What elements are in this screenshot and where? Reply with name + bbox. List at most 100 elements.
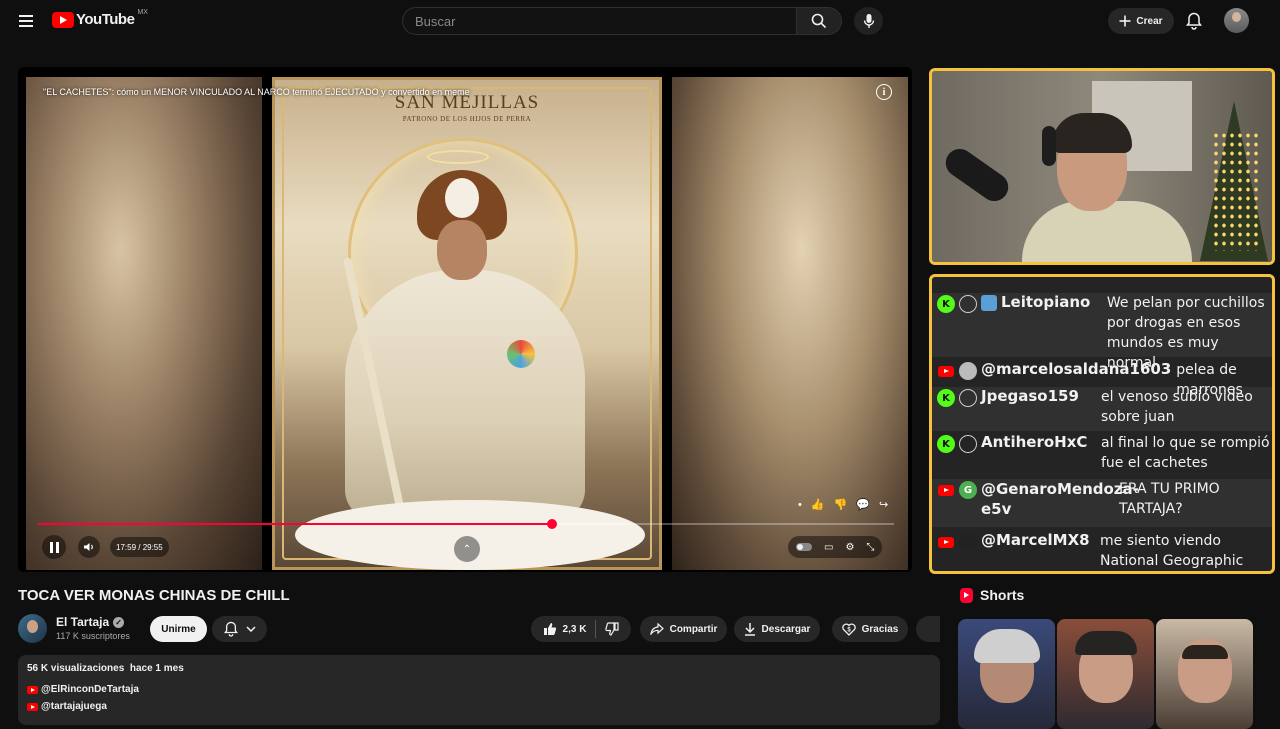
shorts-heading: Shorts xyxy=(960,587,1024,603)
video-blur-right xyxy=(672,77,908,570)
volume-button[interactable] xyxy=(78,536,100,558)
divider xyxy=(595,620,597,638)
country-code: MX xyxy=(137,9,148,16)
share-icon xyxy=(649,623,664,635)
thanks-button[interactable]: $ Gracias xyxy=(832,616,908,642)
chat-message: @MarcelMX8 me siento viendo National Geog… xyxy=(932,531,1272,571)
thumbs-up-icon[interactable] xyxy=(543,622,557,636)
chat-overlay: K Leitopiano We pelan por cuchillos por d… xyxy=(929,274,1275,574)
info-icon[interactable]: i xyxy=(876,84,892,100)
user-avatar-icon xyxy=(959,362,977,380)
channel-name-row[interactable]: El Tartaja ✓ xyxy=(56,615,125,629)
video-title: TOCA VER MONAS CHINAS DE CHILL xyxy=(18,587,290,604)
user-avatar-icon xyxy=(959,533,977,551)
plus-icon xyxy=(1119,15,1131,27)
chat-username: Leitopiano xyxy=(1001,293,1091,311)
thumbs-down-icon[interactable]: 👎 xyxy=(834,498,848,511)
share-button[interactable]: Compartir xyxy=(640,616,727,642)
account-avatar[interactable] xyxy=(1224,8,1249,33)
player-overlay-title[interactable]: "EL CACHETES": cómo un MENOR VINCULADO A… xyxy=(43,87,470,97)
card-subtitle: PATRONO DE LOS HIJOS DE PERRA xyxy=(402,115,532,123)
short-thumbnail[interactable] xyxy=(1156,619,1253,729)
description-link[interactable]: @tartajajuega xyxy=(27,701,107,712)
join-button[interactable]: Unirme xyxy=(150,616,207,642)
notifications-button[interactable] xyxy=(1184,10,1204,32)
bell-icon xyxy=(1186,12,1202,30)
description-box[interactable]: 56 K visualizaciones hace 1 mes @ElRinco… xyxy=(18,655,940,725)
chat-message: K Jpegaso159 el venoso subió video sobre … xyxy=(932,387,1272,431)
headset xyxy=(1042,126,1056,166)
search-button[interactable] xyxy=(796,7,842,35)
short-thumbnail[interactable] xyxy=(1057,619,1154,729)
chat-username: AntiheroHxC xyxy=(981,433,1088,451)
chevron-up-icon[interactable]: ⌃ xyxy=(454,536,480,562)
webcam-overlay xyxy=(929,68,1275,265)
kick-icon: K xyxy=(937,295,955,313)
search-input[interactable]: Buscar xyxy=(402,7,796,35)
like-dislike-group: 2,3 K xyxy=(531,616,631,642)
thanks-label: Gracias xyxy=(861,623,899,635)
youtube-icon xyxy=(27,685,38,694)
chat-text: el venoso subió video sobre juan xyxy=(1101,389,1253,425)
youtube-icon xyxy=(27,702,38,711)
fullscreen-exit-icon[interactable]: ⤡ xyxy=(866,542,874,553)
subscriber-count: 117 K suscriptores xyxy=(56,631,130,641)
kick-icon: K xyxy=(937,389,955,407)
chat-username: Jpegaso159 xyxy=(981,387,1079,405)
child-face xyxy=(437,220,487,280)
settings-icon[interactable]: ⚙ xyxy=(845,542,854,553)
user-avatar-icon: G xyxy=(959,481,977,499)
robe xyxy=(345,270,585,520)
download-button[interactable]: Descargar xyxy=(734,616,820,642)
subtitles-icon[interactable]: ▭ xyxy=(824,542,833,553)
channel-name[interactable]: El Tartaja xyxy=(56,615,109,629)
thumbs-up-icon[interactable]: 👍 xyxy=(811,498,825,511)
search-icon xyxy=(811,13,827,29)
chat-message: G @GenaroMendoza-e5v ERA TU PRIMO TARTAJA… xyxy=(932,479,1272,527)
autoplay-toggle[interactable] xyxy=(796,543,812,551)
voice-search-button[interactable] xyxy=(854,7,883,35)
channel-avatar[interactable] xyxy=(18,614,47,643)
pause-button[interactable] xyxy=(42,535,66,559)
chat-username: @marcelosaldana1603 xyxy=(981,360,1172,378)
more-actions-button[interactable] xyxy=(916,616,940,642)
chevron-down-icon xyxy=(245,626,256,632)
youtube-logo[interactable]: YouTube MX xyxy=(52,9,148,28)
subscription-bell-button[interactable] xyxy=(212,616,267,642)
comment-icon[interactable]: 💬 xyxy=(856,498,870,511)
chat-text: me siento viendo National Geographic xyxy=(1100,533,1244,569)
like-count[interactable]: 2,3 K xyxy=(563,624,587,635)
chat-text: al final lo que se rompió fue el cachetes xyxy=(1101,435,1270,471)
share-icon[interactable]: ↪ xyxy=(879,498,888,511)
video-blur-left xyxy=(26,77,262,570)
share-label: Compartir xyxy=(669,623,718,635)
view-count: 56 K visualizaciones xyxy=(27,663,125,674)
video-frame-image: SAN MEJILLAS PATRONO DE LOS HIJOS DE PER… xyxy=(272,77,662,570)
bell-icon xyxy=(223,621,238,637)
kick-icon: K xyxy=(937,435,955,453)
microphone-icon xyxy=(863,14,874,28)
chat-username: @GenaroMendoza-e5v xyxy=(981,480,1139,518)
youtube-play-icon xyxy=(52,11,74,28)
menu-icon[interactable] xyxy=(14,10,38,32)
verified-icon: ✓ xyxy=(113,616,125,628)
create-button[interactable]: Crear xyxy=(1108,8,1174,34)
chat-message: K Leitopiano We pelan por cuchillos por d… xyxy=(932,293,1272,371)
short-thumbnail[interactable] xyxy=(958,619,1055,729)
user-avatar-icon xyxy=(959,435,977,453)
progress-bar[interactable] xyxy=(38,519,894,529)
youtube-icon xyxy=(937,362,955,380)
time-display: 17:59 / 29:55 xyxy=(110,537,169,557)
colored-ball xyxy=(507,340,535,368)
halo-ring xyxy=(427,150,489,164)
dot-icon: • xyxy=(798,498,802,511)
create-label: Crear xyxy=(1136,15,1163,27)
shorts-icon xyxy=(960,587,973,603)
super-thanks-icon: $ xyxy=(841,623,856,636)
thumbs-down-icon[interactable] xyxy=(605,622,620,636)
youtube-icon xyxy=(937,481,955,499)
video-player[interactable]: SAN MEJILLAS PATRONO DE LOS HIJOS DE PER… xyxy=(18,67,912,572)
download-label: Descargar xyxy=(761,623,811,635)
description-link[interactable]: @ElRinconDeTartaja xyxy=(27,684,139,695)
tree-lights xyxy=(1212,131,1258,251)
